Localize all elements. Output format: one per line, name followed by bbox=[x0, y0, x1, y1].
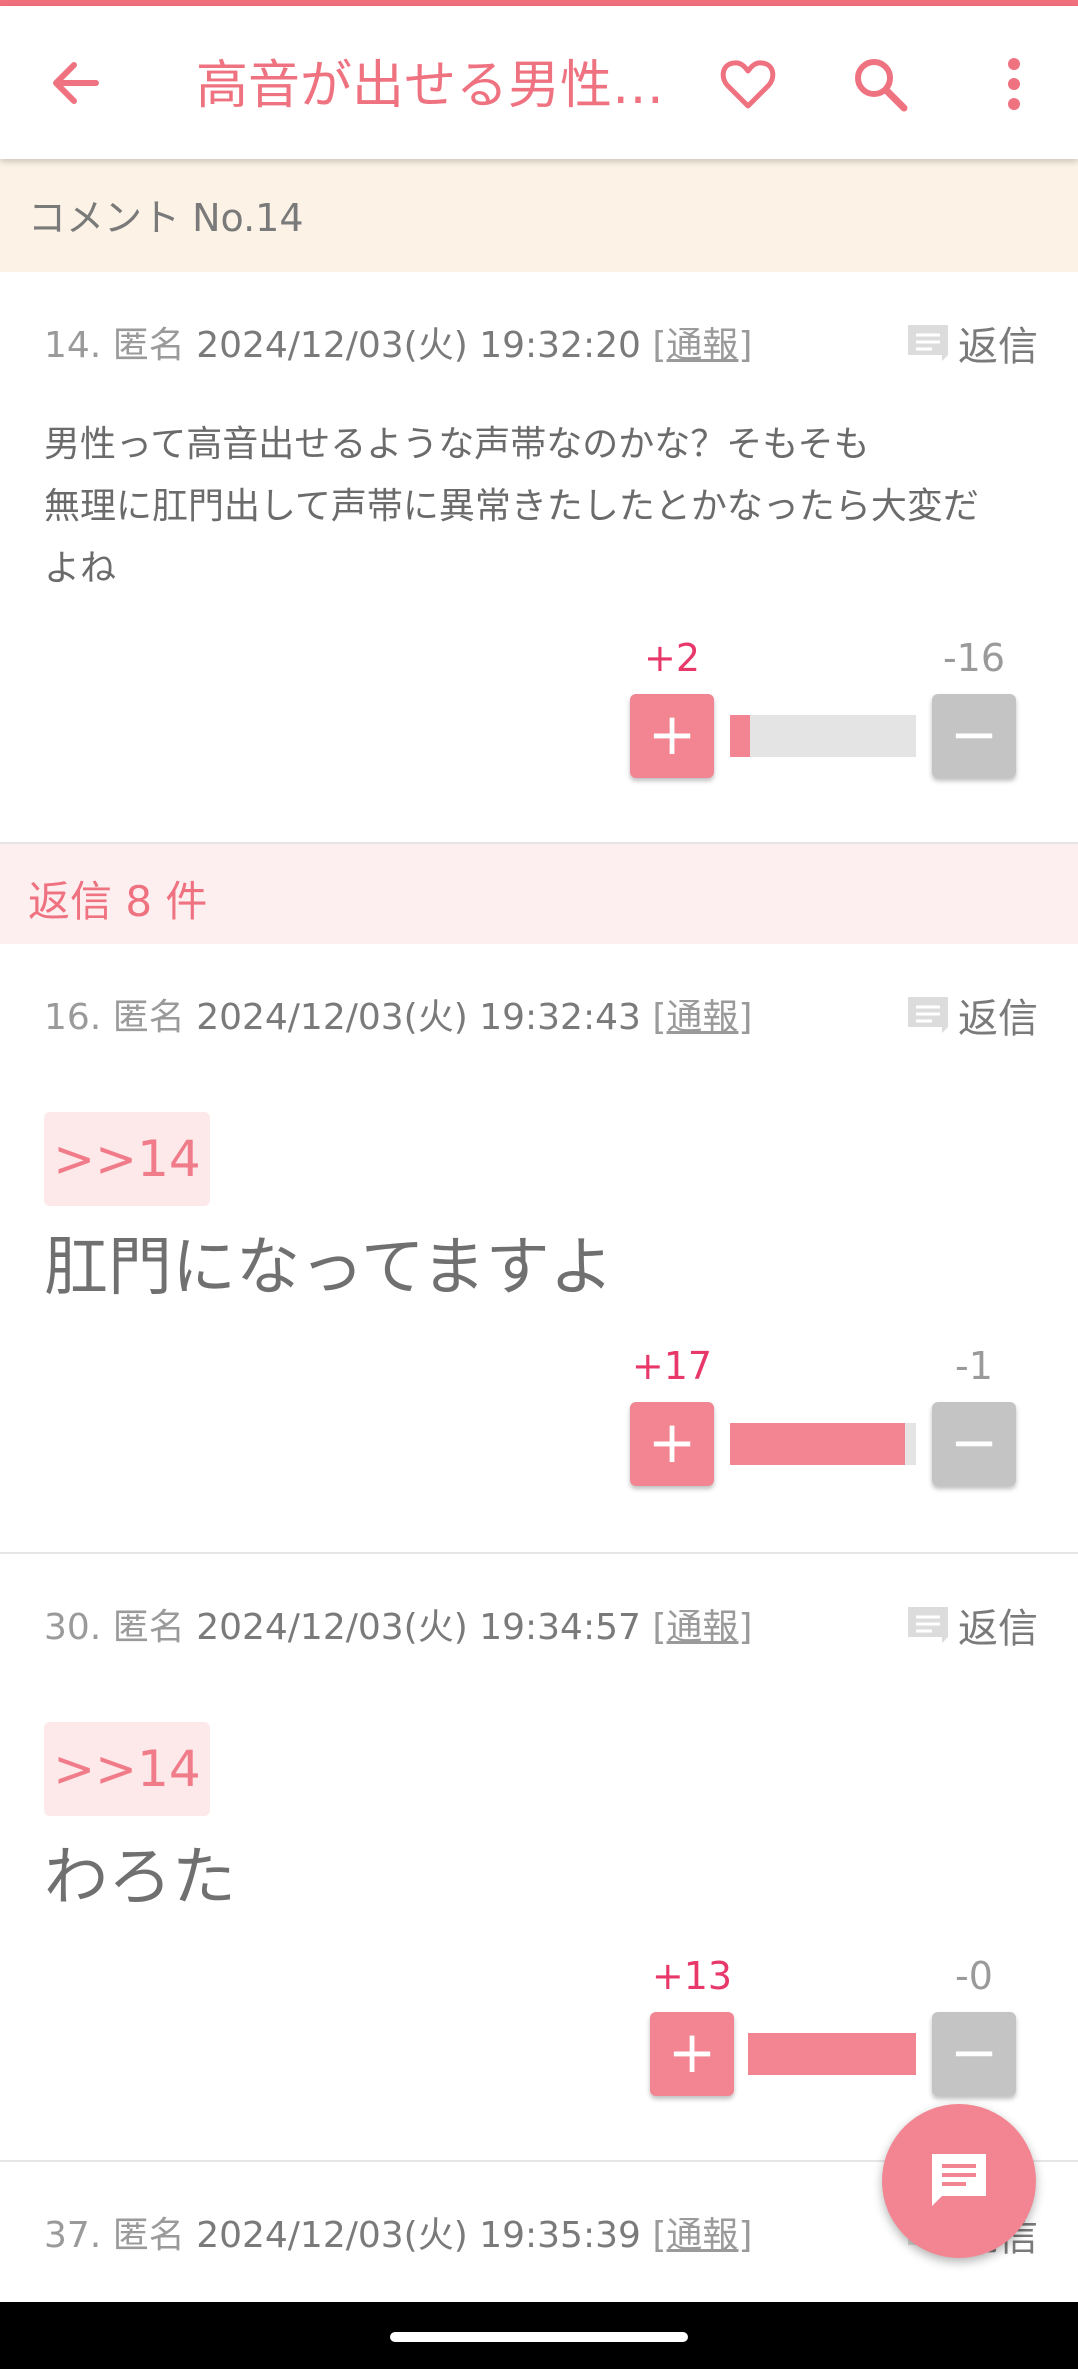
reply-button[interactable]: 返信 bbox=[906, 314, 1038, 372]
write-comment-fab[interactable] bbox=[882, 2104, 1036, 2258]
reply-button[interactable]: 返信 bbox=[906, 986, 1038, 1044]
quote-anchor-link[interactable]: >>14 bbox=[44, 1722, 210, 1816]
divider bbox=[0, 1552, 1078, 1554]
post-body-line: よね bbox=[44, 548, 117, 589]
post-body: 肛門になってますよ bbox=[44, 1231, 614, 1305]
plus-vote-button[interactable]: + bbox=[650, 2012, 734, 2096]
post-number: 37. bbox=[44, 2215, 102, 2256]
report-link[interactable]: [通報] bbox=[652, 1607, 752, 1648]
minus-count: -1 bbox=[955, 1344, 993, 1388]
post-meta: 37. 匿名 2024/12/03(火) 19:35:39 [通報] bbox=[44, 2206, 752, 2258]
plus-vote-button[interactable]: + bbox=[630, 694, 714, 778]
post-meta: 30. 匿名 2024/12/03(火) 19:34:57 [通報] bbox=[44, 1598, 752, 1650]
reply-label: 返信 bbox=[958, 324, 1038, 370]
vote-ratio-bar bbox=[730, 1423, 916, 1465]
post-meta: 16. 匿名 2024/12/03(火) 19:32:43 [通報] bbox=[44, 988, 752, 1040]
post-datetime: 2024/12/03(火) 19:32:20 bbox=[196, 325, 641, 366]
report-link[interactable]: [通報] bbox=[652, 2215, 752, 2256]
page-title: 高音が出せる男性… bbox=[196, 56, 665, 116]
vote-ratio-bar bbox=[748, 2033, 916, 2075]
post-number: 14. bbox=[44, 325, 102, 366]
post-author: 匿名 bbox=[112, 1607, 185, 1648]
post-author: 匿名 bbox=[112, 997, 185, 1038]
post-datetime: 2024/12/03(火) 19:35:39 bbox=[196, 2215, 641, 2256]
report-link[interactable]: [通報] bbox=[652, 325, 752, 366]
post-body-line: 男性って高音出せるような声帯なのかな？そもそも bbox=[44, 424, 870, 465]
comment-number-label: コメント No.14 bbox=[28, 196, 304, 240]
post-body-line: 無理に肛門出して声帯に異常きたしたとかなったら大変だ bbox=[44, 486, 979, 527]
comment-small-icon bbox=[908, 1607, 948, 1643]
home-gesture-handle[interactable] bbox=[390, 2332, 688, 2342]
plus-count: +13 bbox=[651, 1954, 733, 1998]
reply-button[interactable]: 返信 bbox=[906, 1596, 1038, 1654]
comment-number-header: コメント No.14 bbox=[0, 159, 1078, 272]
comment-small-icon bbox=[908, 997, 948, 1033]
post-datetime: 2024/12/03(火) 19:34:57 bbox=[196, 1607, 641, 1648]
comment-small-icon bbox=[908, 325, 948, 361]
minus-vote-button[interactable]: − bbox=[932, 694, 1016, 778]
arrow-left-icon[interactable] bbox=[44, 51, 108, 115]
post-meta: 14. 匿名 2024/12/03(火) 19:32:20 [通報] bbox=[44, 316, 752, 368]
replies-count-band: 返信 8 件 bbox=[0, 844, 1078, 944]
reply-label: 返信 bbox=[958, 996, 1038, 1042]
quote-anchor-link[interactable]: >>14 bbox=[44, 1112, 210, 1206]
minus-count: -16 bbox=[942, 636, 1006, 680]
plus-vote-button[interactable]: + bbox=[630, 1402, 714, 1486]
replies-count-label: 返信 8 件 bbox=[28, 877, 208, 926]
comment-icon bbox=[932, 2154, 986, 2206]
post-number: 30. bbox=[44, 1607, 102, 1648]
post-number: 16. bbox=[44, 997, 102, 1038]
system-navigation-bar bbox=[0, 2302, 1078, 2369]
plus-count: +17 bbox=[631, 1344, 713, 1388]
post-author: 匿名 bbox=[112, 325, 185, 366]
post-datetime: 2024/12/03(火) 19:32:43 bbox=[196, 997, 641, 1038]
vote-ratio-fill bbox=[730, 715, 751, 757]
minus-vote-button[interactable]: − bbox=[932, 2012, 1016, 2096]
more-vertical-icon[interactable] bbox=[996, 52, 1032, 116]
app-bar: 高音が出せる男性… bbox=[0, 6, 1078, 159]
post-author: 匿名 bbox=[112, 2215, 185, 2256]
minus-vote-button[interactable]: − bbox=[932, 1402, 1016, 1486]
vote-ratio-bar bbox=[730, 715, 916, 757]
search-icon[interactable] bbox=[848, 52, 912, 116]
minus-count: -0 bbox=[955, 1954, 993, 1998]
post-body: わろた bbox=[44, 1841, 236, 1915]
report-link[interactable]: [通報] bbox=[652, 997, 752, 1038]
post-body: 男性って高音出せるような声帯なのかな？そもそも 無理に肛門出して声帯に異常きたし… bbox=[44, 414, 1044, 600]
vote-ratio-fill bbox=[730, 1423, 905, 1465]
plus-count: +2 bbox=[643, 636, 701, 680]
vote-ratio-fill bbox=[748, 2033, 916, 2075]
heart-outline-icon[interactable] bbox=[716, 52, 780, 116]
reply-label: 返信 bbox=[958, 1606, 1038, 1652]
